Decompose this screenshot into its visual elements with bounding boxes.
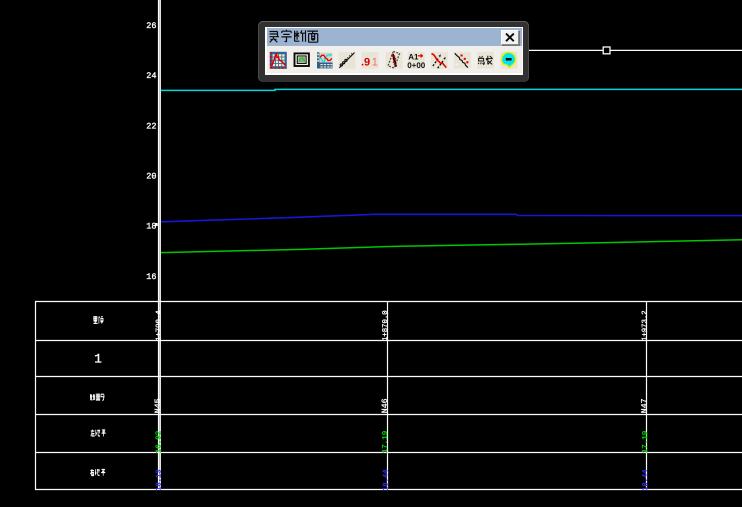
- svg-text:1: 1: [371, 56, 377, 68]
- svg-text:18.44: 18.44: [642, 469, 650, 491]
- svg-text:N46: N46: [381, 398, 390, 413]
- svg-text:18.13: 18.13: [156, 469, 164, 491]
- svg-text:26: 26: [146, 21, 156, 31]
- svg-text:16.92: 16.92: [154, 431, 163, 454]
- svg-text:18: 18: [146, 222, 156, 232]
- svg-text:1: 1: [94, 352, 102, 367]
- svg-text:16: 16: [146, 272, 156, 282]
- svg-text:1+870.0: 1+870.0: [382, 310, 390, 341]
- svg-text:1+790.4: 1+790.4: [156, 310, 164, 341]
- svg-text:1+973.2: 1+973.2: [642, 310, 650, 341]
- svg-text:24: 24: [146, 71, 156, 81]
- svg-text:17.19: 17.19: [641, 431, 650, 454]
- svg-text:.9: .9: [361, 56, 370, 68]
- svg-text:17.19: 17.19: [381, 431, 390, 454]
- svg-text:22: 22: [146, 121, 156, 131]
- svg-text:N47: N47: [641, 398, 650, 413]
- svg-text:N45: N45: [154, 398, 163, 413]
- svg-text:0+00: 0+00: [407, 60, 426, 69]
- svg-text:20: 20: [146, 172, 156, 182]
- svg-text:18.44: 18.44: [383, 469, 391, 491]
